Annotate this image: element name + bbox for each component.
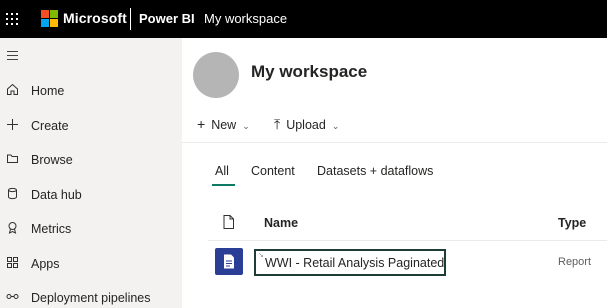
plus-icon [5, 118, 19, 132]
brand-name: Microsoft [63, 10, 127, 26]
document-type-icon [223, 215, 234, 229]
table-row-type-cell: Report [558, 256, 592, 268]
nav-item-create[interactable]: Create [0, 111, 182, 141]
apps-icon [5, 256, 19, 270]
tab-content[interactable]: Content [251, 164, 295, 178]
workspace-avatar [193, 52, 239, 98]
top-bar: Microsoft Power BI My workspace [0, 0, 607, 38]
column-header-type[interactable]: Type [558, 216, 586, 230]
home-icon [5, 83, 19, 97]
pipeline-icon [5, 290, 19, 304]
app-launcher-icon[interactable] [6, 13, 18, 25]
report-name-link[interactable]: WWI - Retail Analysis Paginated [265, 256, 444, 270]
nav-label-metrics: Metrics [31, 222, 72, 236]
upload-button-label: Upload [286, 118, 326, 132]
new-button[interactable]: + New ⌄ [197, 116, 250, 134]
nav-label-apps: Apps [31, 257, 60, 271]
microsoft-logo-icon [41, 10, 58, 27]
nav-item-deployment-pipelines[interactable]: Deployment pipelines [0, 283, 182, 308]
page-title: My workspace [251, 62, 368, 81]
item-marker-icon: ↘ [258, 252, 264, 259]
trophy-icon [5, 221, 19, 235]
nav-item-metrics[interactable]: Metrics [0, 214, 182, 244]
nav-label-create: Create [31, 119, 69, 133]
nav-label-home: Home [31, 84, 65, 98]
hamburger-menu-icon[interactable] [7, 51, 18, 60]
active-tab-indicator [212, 184, 235, 186]
tab-datasets-dataflows[interactable]: Datasets + dataflows [317, 164, 433, 178]
nav-label-deployment-pipelines: Deployment pipelines [31, 291, 151, 305]
paginated-report-icon [215, 248, 243, 275]
upload-button[interactable]: ⤒ Upload ⌄ [274, 116, 339, 134]
nav-item-data-hub[interactable]: Data hub [0, 180, 182, 210]
chevron-down-icon: ⌄ [242, 121, 250, 131]
breadcrumb[interactable]: My workspace [204, 11, 287, 26]
tab-all[interactable]: All [215, 164, 229, 178]
nav-label-browse: Browse [31, 153, 73, 167]
topbar-divider [130, 8, 131, 30]
column-header-name[interactable]: Name [264, 216, 298, 230]
chevron-down-icon: ⌄ [331, 121, 340, 131]
product-name[interactable]: Power BI [139, 11, 195, 26]
upload-icon: ⤒ [274, 116, 281, 132]
database-icon [5, 187, 19, 201]
toolbar-divider [182, 142, 607, 143]
table-row-name-cell[interactable]: ↘ WWI - Retail Analysis Paginated [254, 249, 446, 276]
nav-label-data-hub: Data hub [31, 188, 82, 202]
plus-icon: + [197, 116, 206, 132]
nav-item-browse[interactable]: Browse [0, 145, 182, 175]
table-header-divider [208, 240, 607, 241]
nav-item-home[interactable]: Home [0, 76, 182, 106]
folder-icon [5, 152, 19, 166]
nav-item-apps[interactable]: Apps [0, 249, 182, 279]
new-button-label: New [211, 118, 237, 132]
